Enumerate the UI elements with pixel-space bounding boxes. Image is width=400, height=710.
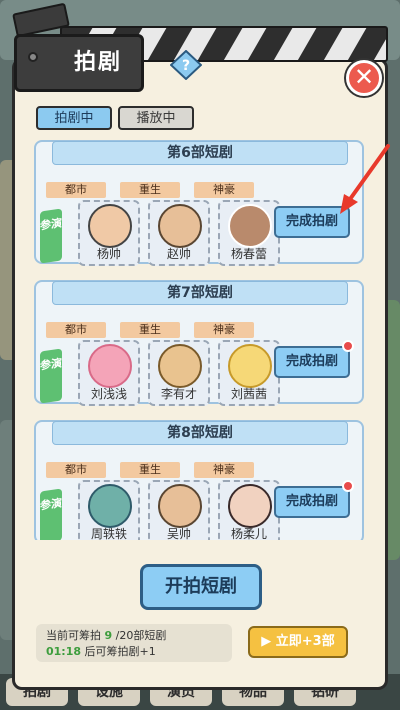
actor-name: 杨春蕾	[230, 247, 267, 261]
help-icon[interactable]: ?	[169, 49, 203, 81]
actor-name: 杨柔儿	[230, 527, 267, 540]
watch-video-button[interactable]: ▶ 立即+3部	[248, 626, 348, 658]
genre-tag: 重生	[120, 322, 180, 338]
video-icon: ▶	[261, 634, 272, 649]
actor-avatar	[228, 344, 272, 388]
genre-tag: 都市	[46, 182, 106, 198]
actor-name: 李有才	[160, 387, 197, 401]
cast-label: 参演	[40, 348, 62, 404]
actor-slot[interactable]: 周轶轶	[78, 480, 140, 540]
actor-avatar	[228, 204, 272, 248]
finish-shooting-button[interactable]: 完成拍剧	[274, 486, 350, 518]
genre-tag: 重生	[120, 462, 180, 478]
finish-shooting-button[interactable]: 完成拍剧	[274, 346, 350, 378]
cast-label: 参演	[40, 488, 62, 540]
drama-title: 第8部短剧	[52, 421, 348, 445]
drama-title: 第6部短剧	[52, 141, 348, 165]
actor-name: 刘浅浅	[90, 387, 127, 401]
actor-avatar	[158, 204, 202, 248]
quota-prefix: 当前可筹拍	[46, 629, 101, 642]
quota-timer-suffix: 后可筹拍剧+1	[84, 645, 156, 658]
drama-card: 第7部短剧 都市 重生 神豪 参演 刘浅浅 李有才 刘茜茜 完成拍剧	[34, 280, 364, 406]
actor-slot[interactable]: 李有才	[148, 340, 210, 406]
actor-avatar	[158, 484, 202, 528]
actor-name: 杨帅	[96, 247, 121, 261]
video-button-label: 立即+3部	[275, 634, 335, 649]
actor-slot[interactable]: 刘茜茜	[218, 340, 280, 406]
actor-avatar	[88, 484, 132, 528]
genre-tag: 神豪	[194, 462, 254, 478]
genre-tag: 都市	[46, 322, 106, 338]
actor-slot[interactable]: 吴帅	[148, 480, 210, 540]
actor-slot[interactable]: 杨帅	[78, 200, 140, 266]
tab-playing[interactable]: 播放中	[118, 106, 194, 130]
svg-text:?: ?	[182, 58, 190, 74]
actor-avatar	[88, 344, 132, 388]
start-shooting-button[interactable]: 开拍短剧	[140, 564, 262, 610]
genre-tag: 重生	[120, 182, 180, 198]
quota-suffix: /20部短剧	[115, 629, 167, 642]
quota-current: 9	[104, 629, 113, 642]
genre-tag: 神豪	[194, 322, 254, 338]
drama-card: 第6部短剧 都市 重生 神豪 参演 杨帅 赵帅 杨春蕾 完成拍剧	[34, 140, 364, 266]
actor-name: 周轶轶	[90, 527, 127, 540]
actor-avatar	[88, 204, 132, 248]
notification-dot	[342, 340, 354, 352]
actor-slot[interactable]: 杨柔儿	[218, 480, 280, 540]
pointer-arrow-icon	[340, 144, 390, 214]
actor-slot[interactable]: 杨春蕾	[218, 200, 280, 266]
clapper-hinge-icon	[28, 52, 38, 62]
genre-tag: 神豪	[194, 182, 254, 198]
quota-info: 当前可筹拍 9 /20部短剧 01:18 后可筹拍剧+1	[36, 624, 232, 662]
actor-slot[interactable]: 刘浅浅	[78, 340, 140, 406]
close-button[interactable]: ✕	[346, 60, 382, 96]
drama-list[interactable]: 第6部短剧 都市 重生 神豪 参演 杨帅 赵帅 杨春蕾 完成拍剧 第7部短剧 都…	[34, 140, 372, 540]
genre-tag: 都市	[46, 462, 106, 478]
cast-label: 参演	[40, 208, 62, 264]
actor-name: 刘茜茜	[230, 387, 267, 401]
drama-title: 第7部短剧	[52, 281, 348, 305]
actor-avatar	[158, 344, 202, 388]
drama-card: 第8部短剧 都市 重生 神豪 参演 周轶轶 吴帅 杨柔儿 完成拍剧	[34, 420, 364, 540]
actor-slot[interactable]: 赵帅	[148, 200, 210, 266]
actor-name: 吴帅	[166, 527, 191, 540]
actor-name: 赵帅	[166, 247, 191, 261]
quota-timer: 01:18	[46, 645, 82, 658]
modal-title: 拍剧	[74, 50, 123, 75]
notification-dot	[342, 480, 354, 492]
actor-avatar	[228, 484, 272, 528]
tab-shooting[interactable]: 拍剧中	[36, 106, 112, 130]
